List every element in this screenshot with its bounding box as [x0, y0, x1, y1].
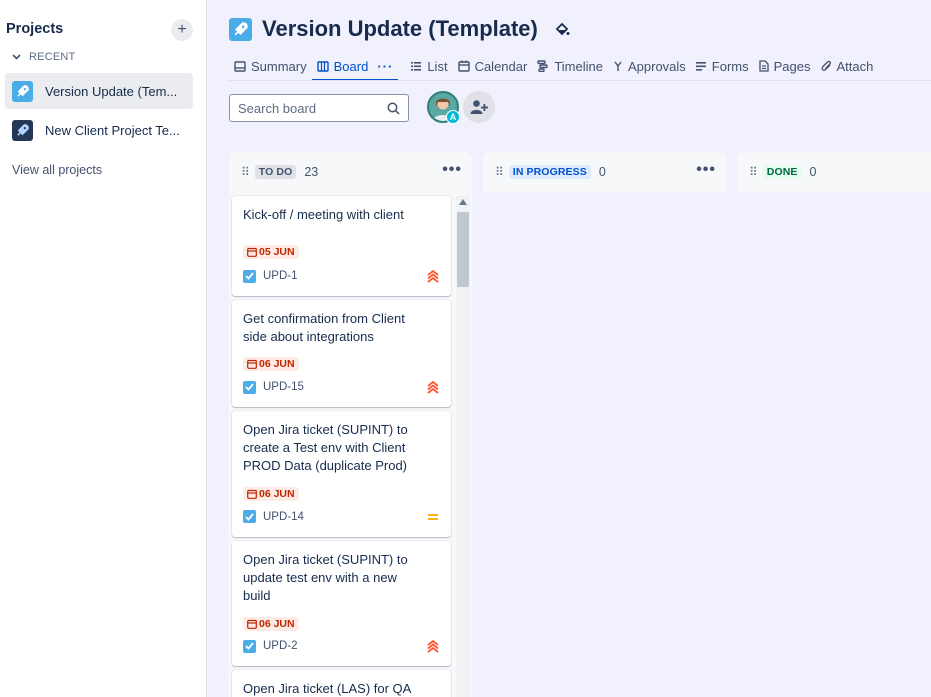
due-date-badge: 06 JUN — [243, 617, 299, 631]
paint-bucket-icon[interactable] — [554, 21, 570, 37]
due-date-badge: 05 JUN — [243, 245, 299, 259]
page-header: Version Update (Template) — [229, 16, 570, 42]
rocket-icon — [12, 119, 33, 141]
page-icon — [758, 60, 769, 72]
sidebar-project-label: Version Update (Tem... — [45, 83, 178, 99]
card-footer: UPD-15 — [243, 380, 439, 394]
tab-pages[interactable]: Pages — [754, 52, 816, 80]
projects-heading: Projects — [6, 21, 64, 37]
sidebar: Projects + RECENT Version Update (Tem...… — [0, 0, 207, 697]
column-title: DONE — [762, 165, 802, 179]
calendar-icon — [247, 247, 257, 257]
column-header-in-progress: ⠿ IN PROGRESS 0 ••• — [483, 152, 726, 192]
due-date-badge: 06 JUN — [243, 357, 299, 371]
tab-divider — [229, 80, 931, 81]
drag-handle-icon[interactable]: ⠿ — [749, 165, 758, 179]
column-title: TO DO — [254, 165, 297, 179]
column-title: IN PROGRESS — [508, 165, 591, 179]
sidebar-project-version-update[interactable]: Version Update (Tem... — [5, 73, 193, 109]
issue-key: UPD-14 — [263, 510, 304, 523]
priority-highest-icon — [427, 639, 439, 653]
tab-calendar[interactable]: Calendar — [453, 52, 533, 80]
tab-forms[interactable]: Forms — [691, 52, 754, 80]
scrollbar-thumb[interactable] — [457, 212, 469, 287]
issue-card[interactable]: Open Jira ticket (SUPINT) to create a Te… — [232, 411, 451, 537]
column-header-done: ⠿ DONE 0 — [737, 152, 931, 192]
project-rocket-icon — [229, 17, 252, 41]
drag-handle-icon[interactable]: ⠿ — [495, 165, 504, 179]
priority-highest-icon — [427, 269, 439, 283]
drag-handle-icon[interactable]: ⠿ — [241, 165, 250, 179]
priority-medium-icon — [427, 512, 439, 522]
calendar-icon — [247, 619, 257, 629]
card-title: Open Jira ticket (LAS) for QA — [243, 681, 412, 696]
view-all-projects-link[interactable]: View all projects — [12, 163, 102, 177]
board-icon — [316, 60, 329, 72]
paperclip-icon — [821, 60, 831, 71]
search-input[interactable] — [238, 100, 387, 116]
forms-icon — [695, 61, 706, 71]
issue-card[interactable]: Get confirmation from Client side about … — [232, 300, 451, 407]
tab-list[interactable]: List — [406, 52, 452, 80]
tab-attachments[interactable]: Attach — [816, 52, 879, 80]
summary-icon — [234, 60, 246, 72]
card-footer: UPD-2 — [243, 639, 439, 653]
tab-summary[interactable]: Summary — [229, 52, 312, 80]
card-footer: UPD-1 — [243, 269, 439, 283]
list-icon — [411, 62, 422, 71]
issue-card[interactable]: Open Jira ticket (SUPINT) to update test… — [232, 541, 451, 666]
sidebar-project-new-client[interactable]: New Client Project Te... — [5, 112, 193, 148]
avatar-status-badge: A — [446, 110, 460, 124]
recent-section-toggle[interactable]: RECENT — [12, 51, 75, 63]
add-person-icon — [470, 100, 488, 114]
timeline-icon — [537, 60, 549, 72]
column-header-todo: ⠿ TO DO 23 ••• — [229, 152, 472, 192]
task-type-icon — [243, 269, 256, 283]
column-more-button[interactable]: ••• — [442, 162, 462, 178]
task-type-icon — [243, 639, 256, 653]
page-title: Version Update (Template) — [262, 16, 538, 41]
tab-timeline[interactable]: Timeline — [532, 52, 608, 80]
card-title: Open Jira ticket (SUPINT) to create a Te… — [243, 422, 408, 473]
add-project-button[interactable]: + — [171, 19, 193, 41]
column-more-button[interactable]: ••• — [696, 162, 716, 178]
priority-highest-icon — [427, 380, 439, 394]
tab-bar: Summary Board ··· List Calendar Timeline… — [229, 52, 879, 81]
due-date-badge: 06 JUN — [243, 487, 299, 501]
card-title: Get confirmation from Client side about … — [243, 311, 405, 344]
column-count: 23 — [304, 165, 319, 179]
chevron-down-icon — [12, 54, 21, 60]
column-count: 0 — [809, 165, 817, 179]
task-type-icon — [243, 380, 256, 394]
column-count: 0 — [598, 165, 606, 179]
calendar-icon — [247, 489, 257, 499]
scroll-up-arrow[interactable] — [459, 199, 467, 205]
rocket-icon — [12, 80, 33, 102]
search-icon — [387, 102, 400, 115]
add-people-button[interactable] — [463, 91, 495, 123]
issue-key: UPD-15 — [263, 381, 304, 393]
issue-card[interactable]: Kick-off / meeting with client 05 JUN UP… — [232, 196, 451, 296]
issue-key: UPD-2 — [263, 640, 298, 652]
tab-board[interactable]: Board ··· — [311, 52, 399, 81]
sidebar-project-label: New Client Project Te... — [45, 122, 180, 138]
card-footer: UPD-14 — [243, 510, 439, 523]
calendar-icon — [457, 60, 470, 72]
search-board-field[interactable] — [229, 94, 409, 122]
recent-label: RECENT — [29, 51, 76, 63]
task-type-icon — [243, 510, 256, 523]
card-title: Kick-off / meeting with client — [243, 207, 404, 222]
calendar-icon — [247, 359, 257, 369]
tab-approvals[interactable]: Approvals — [608, 52, 691, 80]
issue-card[interactable]: Open Jira ticket (LAS) for QA — [232, 670, 451, 697]
board-more-button[interactable]: ··· — [377, 59, 393, 74]
approvals-icon — [614, 61, 622, 71]
issue-key: UPD-1 — [263, 270, 298, 282]
card-title: Open Jira ticket (SUPINT) to update test… — [243, 552, 408, 603]
